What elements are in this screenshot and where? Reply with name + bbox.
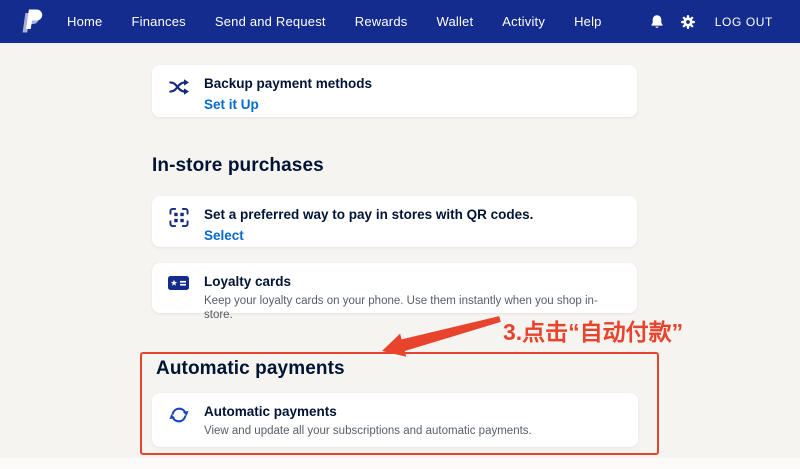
loyalty-card-icon bbox=[168, 275, 190, 291]
qr-codes-card[interactable]: Set a preferred way to pay in stores wit… bbox=[152, 196, 637, 247]
logout-button[interactable]: LOG OUT bbox=[715, 15, 773, 29]
select-link[interactable]: Select bbox=[204, 228, 244, 243]
automatic-payments-card[interactable]: Automatic payments View and update all y… bbox=[152, 393, 638, 447]
sync-icon bbox=[168, 405, 190, 425]
page-bottom-strip bbox=[0, 458, 800, 469]
set-it-up-link[interactable]: Set it Up bbox=[204, 97, 259, 112]
annotation-highlight-box: Automatic payments Automatic payments Vi… bbox=[140, 352, 659, 455]
automatic-payments-card-subtitle: View and update all your subscriptions a… bbox=[204, 424, 532, 439]
automatic-payments-card-title: Automatic payments bbox=[204, 403, 532, 421]
in-store-purchases-heading: In-store purchases bbox=[152, 155, 324, 177]
nav-item-finances[interactable]: Finances bbox=[131, 14, 185, 29]
card-text-block: Automatic payments View and update all y… bbox=[204, 403, 532, 438]
nav-item-activity[interactable]: Activity bbox=[502, 14, 545, 29]
card-text-block: Backup payment methods Set it Up bbox=[204, 75, 372, 114]
settings-gear-icon[interactable] bbox=[680, 14, 696, 30]
qr-scan-icon bbox=[168, 208, 190, 227]
wallet-content: Backup payment methods Set it Up In-stor… bbox=[0, 45, 800, 469]
nav-right-controls: LOG OUT bbox=[649, 14, 800, 30]
nav-item-send-and-request[interactable]: Send and Request bbox=[215, 14, 326, 29]
paypal-wallet-page: Home Finances Send and Request Rewards W… bbox=[0, 0, 800, 469]
top-nav-bar: Home Finances Send and Request Rewards W… bbox=[0, 0, 800, 45]
nav-item-home[interactable]: Home bbox=[67, 14, 102, 29]
loyalty-card-title: Loyalty cards bbox=[204, 273, 621, 291]
nav-item-wallet[interactable]: Wallet bbox=[436, 14, 473, 29]
card-text-block: Set a preferred way to pay in stores wit… bbox=[204, 206, 533, 245]
main-nav: Home Finances Send and Request Rewards W… bbox=[67, 14, 602, 29]
nav-item-help[interactable]: Help bbox=[574, 14, 602, 29]
paypal-logo-icon[interactable] bbox=[20, 8, 43, 36]
nav-item-rewards[interactable]: Rewards bbox=[355, 14, 408, 29]
qr-card-title: Set a preferred way to pay in stores wit… bbox=[204, 206, 533, 224]
automatic-payments-heading: Automatic payments bbox=[156, 358, 345, 380]
annotation-step-label: 3.点击“自动付款” bbox=[503, 313, 683, 347]
backup-payment-methods-card[interactable]: Backup payment methods Set it Up bbox=[152, 65, 637, 117]
shuffle-icon bbox=[168, 77, 190, 97]
notifications-bell-icon[interactable] bbox=[649, 14, 665, 30]
loyalty-cards-card[interactable]: Loyalty cards Keep your loyalty cards on… bbox=[152, 263, 637, 313]
backup-card-title: Backup payment methods bbox=[204, 75, 372, 93]
